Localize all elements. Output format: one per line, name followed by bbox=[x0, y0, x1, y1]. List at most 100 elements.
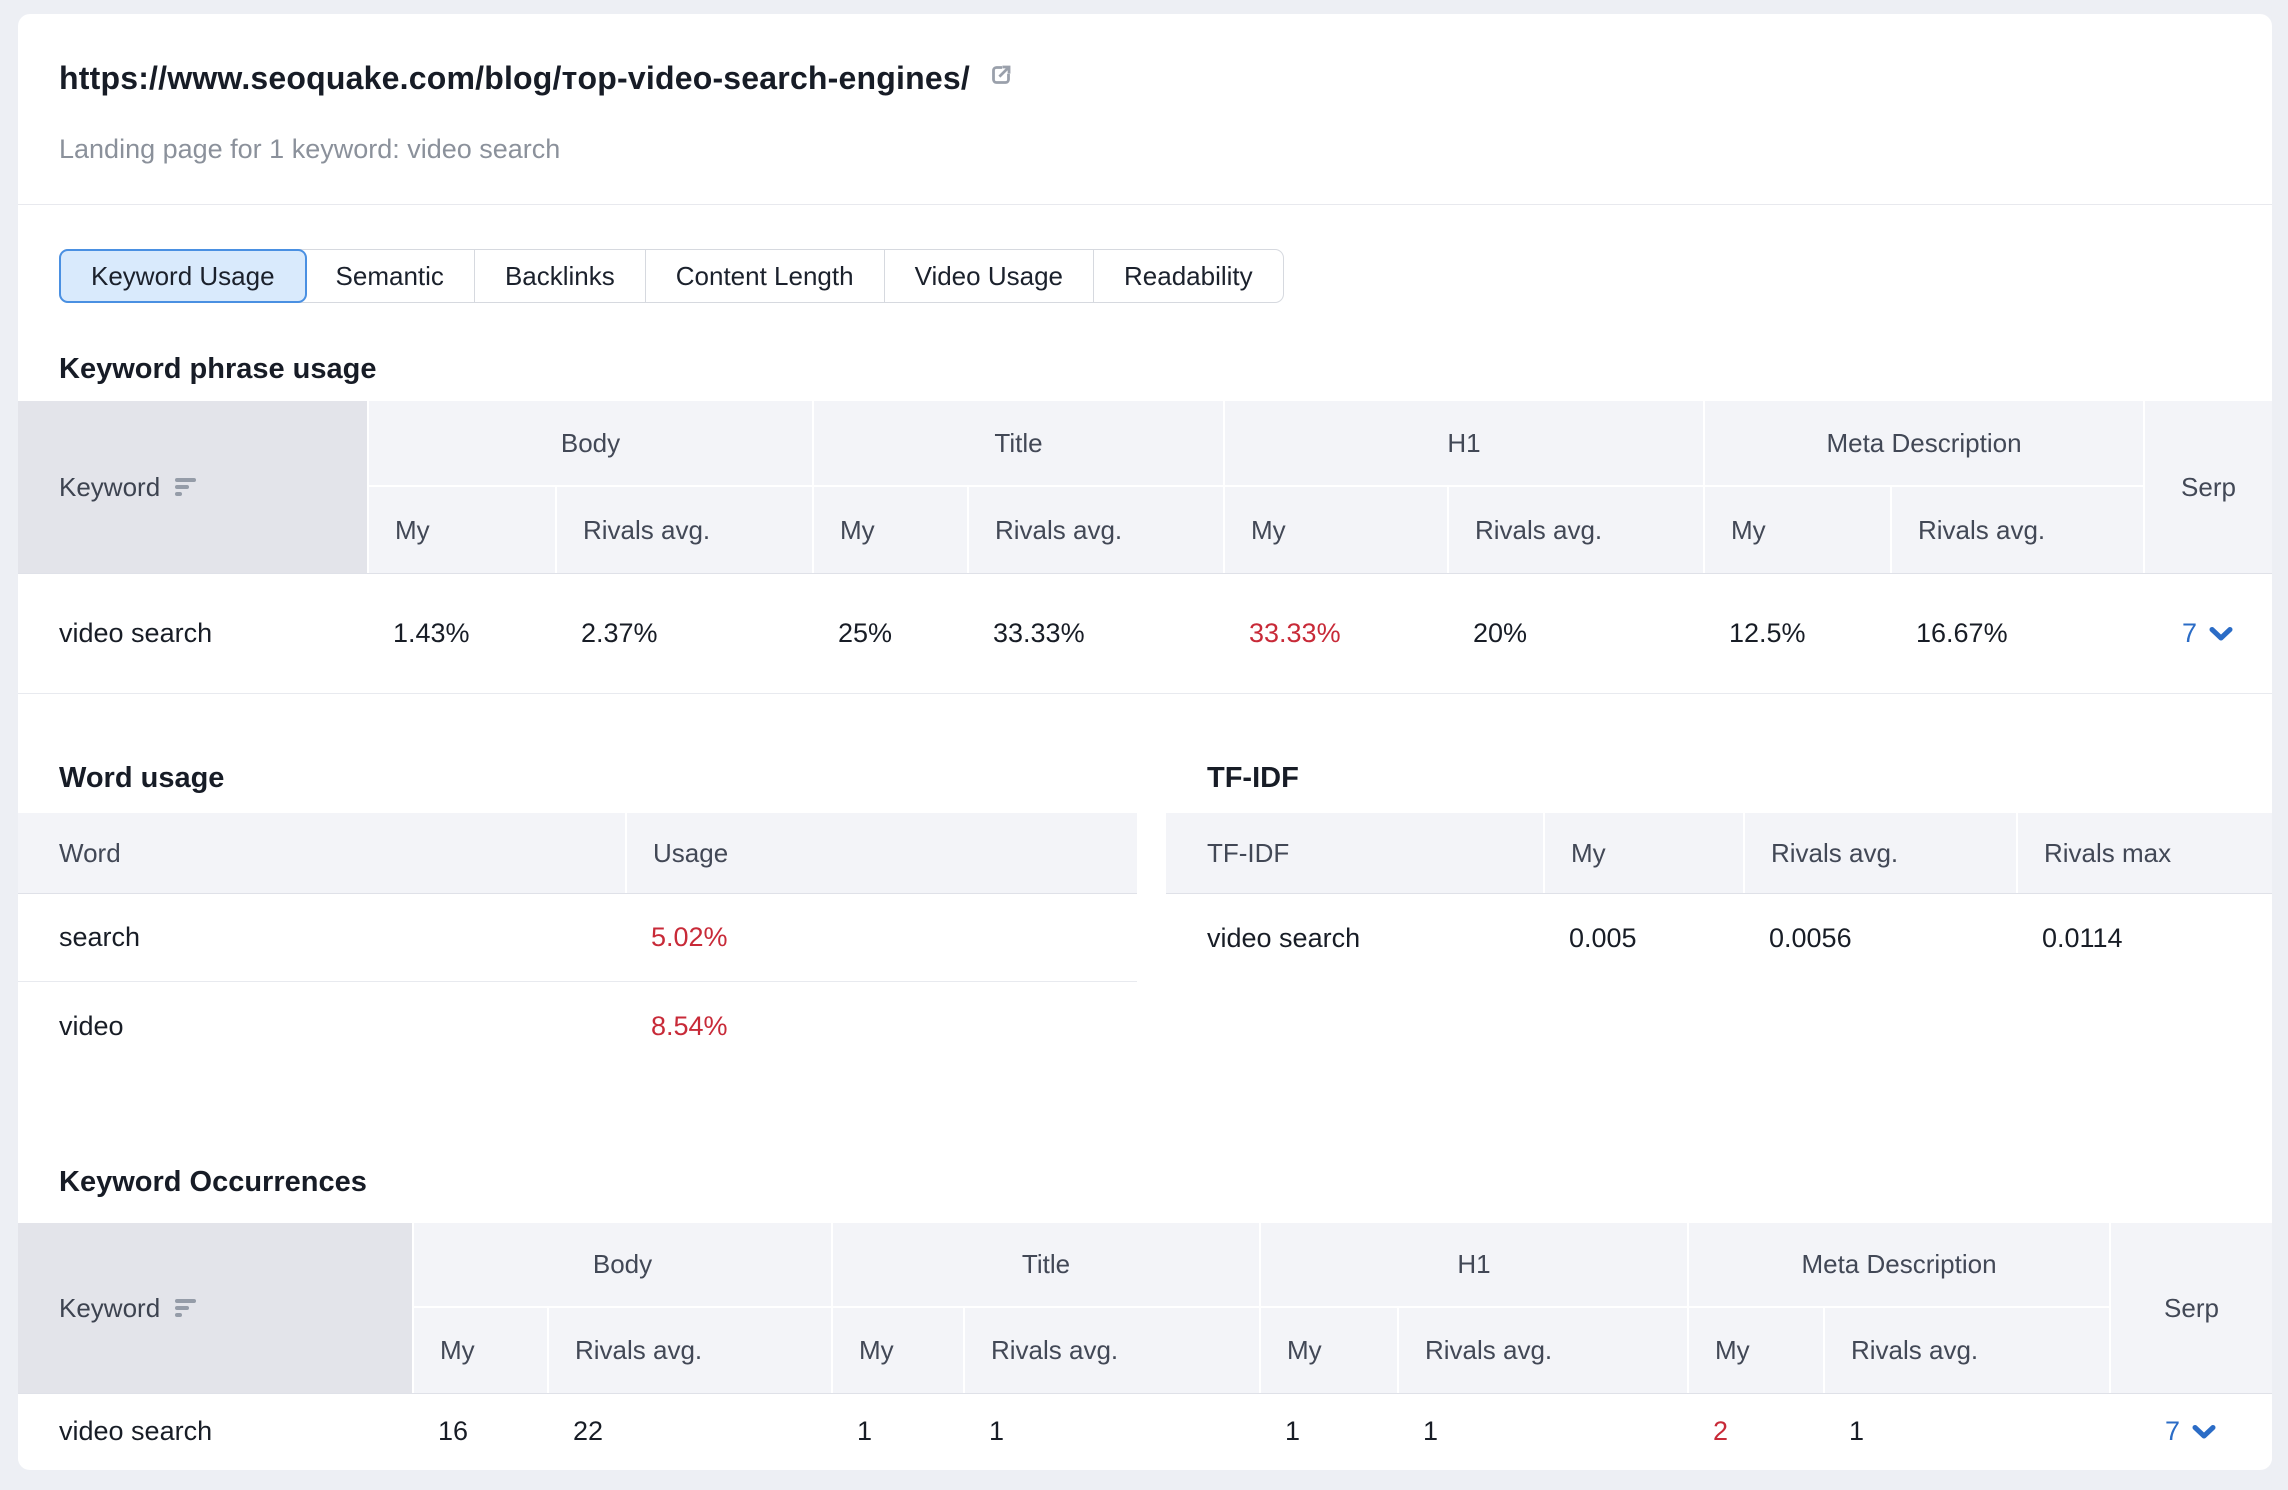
keyword-occurrences-table: Keyword Body Title H1 Meta Description S… bbox=[18, 1223, 2272, 1469]
sub-header-h1-rivals: Rivals avg. bbox=[1447, 487, 1703, 573]
group-header-title: Title bbox=[831, 1223, 1259, 1308]
group-header-body: Body bbox=[367, 401, 812, 487]
cell-h1-rivals: 1 bbox=[1397, 1416, 1687, 1447]
cell-title-rivals: 33.33% bbox=[967, 618, 1223, 649]
group-header-meta-description: Meta Description bbox=[1703, 401, 2143, 487]
tab-video-usage[interactable]: Video Usage bbox=[884, 250, 1093, 302]
sub-header-h1-my: My bbox=[1259, 1308, 1397, 1393]
word-cell: search bbox=[18, 922, 625, 953]
section-title-keyword-occurrences: Keyword Occurrences bbox=[59, 1165, 2231, 1199]
sub-header-h1-my: My bbox=[1223, 487, 1447, 573]
sub-header-meta-rivals: Rivals avg. bbox=[1823, 1308, 2109, 1393]
sub-header-body-rivals: Rivals avg. bbox=[555, 487, 812, 573]
cell-title-my: 25% bbox=[812, 618, 967, 649]
group-header-h1: H1 bbox=[1259, 1223, 1687, 1308]
sub-header-body-rivals: Rivals avg. bbox=[547, 1308, 831, 1393]
table-row: video 8.54% bbox=[18, 982, 1137, 1070]
chevron-down-icon bbox=[2192, 1425, 2216, 1439]
sub-header-meta-my: My bbox=[1703, 487, 1890, 573]
sub-header-title-my: My bbox=[831, 1308, 963, 1393]
sort-icon bbox=[174, 477, 198, 497]
cell-body-my: 1.43% bbox=[367, 618, 555, 649]
usage-cell: 5.02% bbox=[625, 922, 1137, 953]
sub-header-body-my: My bbox=[412, 1308, 547, 1393]
table-row: video search 0.005 0.0056 0.0114 bbox=[1166, 894, 2272, 982]
external-link-icon[interactable] bbox=[986, 60, 1016, 90]
page-header: https://www.seoquake.com/blog/тop-video-… bbox=[18, 14, 2272, 166]
sort-icon bbox=[174, 1298, 198, 1318]
sub-header-title-rivals: Rivals avg. bbox=[963, 1308, 1259, 1393]
page-subtitle: Landing page for 1 keyword: video search bbox=[59, 132, 2231, 166]
cell-meta-my: 2 bbox=[1687, 1416, 1823, 1447]
sub-header-meta-rivals: Rivals avg. bbox=[1890, 487, 2143, 573]
word-usage-tfidf-section: Word usage Word Usage search 5.02% video… bbox=[18, 761, 2272, 1070]
row-keyword: video search bbox=[18, 618, 367, 649]
cell-body-rivals: 2.37% bbox=[555, 618, 812, 649]
group-header-h1: H1 bbox=[1223, 401, 1703, 487]
cell-meta-rivals: 16.67% bbox=[1890, 618, 2143, 649]
group-header-meta-description: Meta Description bbox=[1687, 1223, 2109, 1308]
tfidf-rivals-max-cell: 0.0114 bbox=[2016, 923, 2272, 954]
landing-page-url-row: https://www.seoquake.com/blog/тop-video-… bbox=[59, 58, 2231, 98]
cell-meta-rivals: 1 bbox=[1823, 1416, 2109, 1447]
cell-h1-rivals: 20% bbox=[1447, 618, 1703, 649]
my-column-header: My bbox=[1543, 813, 1743, 893]
word-usage-table: Word Usage search 5.02% video 8.54% bbox=[18, 813, 1137, 1070]
section-title-word-usage: Word usage bbox=[59, 761, 1137, 795]
rivals-max-column-header: Rivals max bbox=[2016, 813, 2272, 893]
header-divider bbox=[18, 204, 2272, 205]
report-card: https://www.seoquake.com/blog/тop-video-… bbox=[18, 14, 2272, 1470]
cell-title-my: 1 bbox=[831, 1416, 963, 1447]
tfidf-keyword-cell: video search bbox=[1166, 923, 1543, 954]
table-row: search 5.02% bbox=[18, 894, 1137, 982]
keyword-column-header[interactable]: Keyword bbox=[18, 401, 367, 573]
group-header-body: Body bbox=[412, 1223, 831, 1308]
row-keyword: video search bbox=[18, 1416, 412, 1447]
sub-header-body-my: My bbox=[367, 487, 555, 573]
tab-keyword-usage[interactable]: Keyword Usage bbox=[59, 249, 307, 303]
sub-header-title-rivals: Rivals avg. bbox=[967, 487, 1223, 573]
section-title-keyword-phrase-usage: Keyword phrase usage bbox=[59, 352, 2231, 386]
section-title-tfidf: TF-IDF bbox=[1207, 761, 2272, 795]
word-usage-block: Word usage Word Usage search 5.02% video… bbox=[18, 761, 1137, 1070]
cell-body-my: 16 bbox=[412, 1416, 547, 1447]
usage-cell: 8.54% bbox=[625, 1011, 1137, 1042]
serp-expand-button[interactable]: 7 bbox=[2143, 618, 2272, 649]
cell-body-rivals: 22 bbox=[547, 1416, 831, 1447]
tfidf-column-header: TF-IDF bbox=[1166, 813, 1543, 893]
cell-title-rivals: 1 bbox=[963, 1416, 1259, 1447]
cell-meta-my: 12.5% bbox=[1703, 618, 1890, 649]
sub-header-h1-rivals: Rivals avg. bbox=[1397, 1308, 1687, 1393]
serp-column-header: Serp bbox=[2109, 1223, 2272, 1393]
serp-count: 7 bbox=[2165, 1416, 2180, 1447]
tfidf-table: TF-IDF My Rivals avg. Rivals max video s… bbox=[1166, 813, 2272, 982]
keyword-column-header[interactable]: Keyword bbox=[18, 1223, 412, 1393]
sub-header-title-my: My bbox=[812, 487, 967, 573]
cell-h1-my: 33.33% bbox=[1223, 618, 1447, 649]
table-row: video search 16 22 1 1 1 1 2 1 7 bbox=[18, 1394, 2272, 1469]
usage-column-header: Usage bbox=[625, 813, 1137, 893]
tfidf-my-cell: 0.005 bbox=[1543, 923, 1743, 954]
rivals-avg-column-header: Rivals avg. bbox=[1743, 813, 2016, 893]
serp-column-header: Serp bbox=[2143, 401, 2272, 573]
group-header-title: Title bbox=[812, 401, 1223, 487]
keyword-phrase-usage-table: Keyword Body Title H1 Meta Description S… bbox=[18, 401, 2272, 694]
word-cell: video bbox=[18, 1011, 625, 1042]
tab-readability[interactable]: Readability bbox=[1093, 250, 1283, 302]
serp-expand-button[interactable]: 7 bbox=[2109, 1416, 2272, 1447]
table-header: Keyword Body Title H1 Meta Description S… bbox=[18, 1223, 2272, 1394]
tfidf-rivals-avg-cell: 0.0056 bbox=[1743, 923, 2016, 954]
table-header: Keyword Body Title H1 Meta Description S… bbox=[18, 401, 2272, 574]
word-column-header: Word bbox=[18, 813, 625, 893]
tab-semantic[interactable]: Semantic bbox=[306, 250, 474, 302]
tab-content-length[interactable]: Content Length bbox=[645, 250, 884, 302]
table-row: video search 1.43% 2.37% 25% 33.33% 33.3… bbox=[18, 574, 2272, 694]
chevron-down-icon bbox=[2209, 627, 2233, 641]
sub-header-meta-my: My bbox=[1687, 1308, 1823, 1393]
tfidf-block: TF-IDF TF-IDF My Rivals avg. Rivals max … bbox=[1166, 761, 2272, 1070]
tab-backlinks[interactable]: Backlinks bbox=[474, 250, 645, 302]
landing-page-url: https://www.seoquake.com/blog/тop-video-… bbox=[59, 60, 970, 97]
cell-h1-my: 1 bbox=[1259, 1416, 1397, 1447]
serp-count: 7 bbox=[2182, 618, 2197, 649]
report-tabs: Keyword Usage Semantic Backlinks Content… bbox=[59, 249, 1284, 303]
